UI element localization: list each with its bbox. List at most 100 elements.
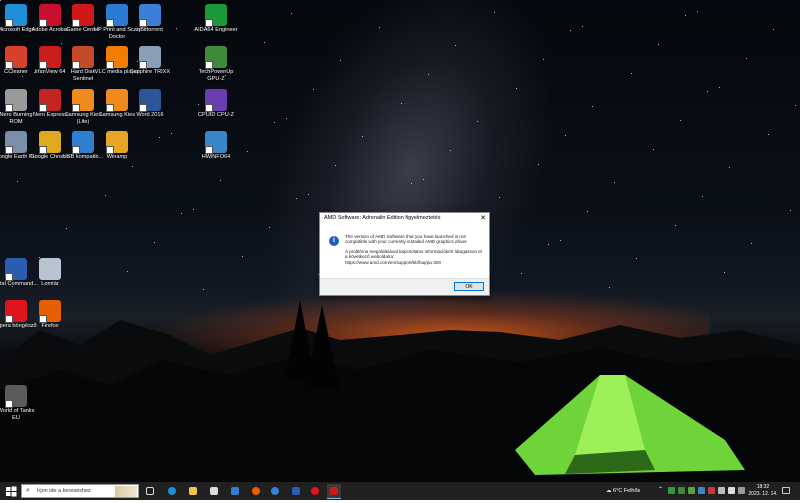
taskbar-mail-icon[interactable]: [228, 484, 242, 498]
acrobat-icon: [39, 4, 61, 27]
star-decor: [768, 134, 769, 135]
shortcut-arrow-icon: [106, 104, 114, 112]
star-decor: [340, 60, 341, 61]
vlc-icon: [106, 46, 128, 69]
desktop-icon-label: qBittorrent: [137, 27, 163, 33]
desktop-icon-sapphire[interactable]: Sapphire TRIXX: [127, 46, 173, 76]
ok-button[interactable]: OK: [454, 282, 484, 291]
taskbar-firefox-icon[interactable]: [249, 484, 263, 498]
chrome-icon: [39, 131, 61, 154]
weather-widget[interactable]: ☁ 6°C Felhős: [606, 482, 640, 500]
chevron-up-icon[interactable]: ⌃: [658, 486, 665, 493]
taskbar-totalcmd-icon[interactable]: [289, 484, 303, 498]
nero-express-icon: [39, 89, 61, 112]
taskbar-amd-icon[interactable]: [327, 484, 341, 499]
star-decor: [247, 151, 248, 152]
taskbar-edge-icon[interactable]: [165, 484, 179, 498]
firefox-icon: [39, 300, 61, 323]
tray-gpuz-icon[interactable]: [678, 487, 685, 494]
dialog-content: i The version of AMD Software that you h…: [320, 224, 489, 279]
star-decor: [220, 180, 221, 181]
language-icon[interactable]: [738, 487, 745, 494]
star-decor: [719, 87, 720, 88]
star-decor: [565, 135, 566, 136]
taskbar: ⌕ Írjon ide a kereséshez ☁ 6°C Felhős ⌃ …: [0, 482, 800, 500]
clock[interactable]: 18:32 2023. 12. 14.: [748, 484, 778, 497]
taskbar-store-icon[interactable]: [207, 484, 221, 498]
message-help: A probléma megoldásával kapcsolatos info…: [345, 248, 482, 260]
dialog-titlebar[interactable]: AMD Software: Adrenalin Edition figyelme…: [320, 213, 489, 224]
shortcut-arrow-icon: [139, 104, 147, 112]
nero-burning-rom-icon: [5, 89, 27, 112]
taskbar-opera-icon[interactable]: [308, 484, 322, 498]
star-decor: [132, 166, 133, 167]
tray-sensor-icon[interactable]: [688, 487, 695, 494]
shortcut-arrow-icon: [39, 146, 47, 154]
shortcut-arrow-icon: [106, 146, 114, 154]
shortcut-arrow-icon: [5, 146, 13, 154]
star-decor: [0, 0, 1, 1]
tray-hwinfo-icon[interactable]: [698, 487, 705, 494]
star-decor: [171, 133, 172, 134]
star-decor: [538, 164, 539, 165]
samsung-kies-lite-icon: [72, 89, 94, 112]
system-tray: ☁ 6°C Felhős ⌃ 18:32 2023. 12. 14.: [600, 482, 800, 500]
star-decor: [477, 121, 478, 122]
shortcut-arrow-icon: [205, 19, 213, 27]
star-decor: [707, 91, 708, 92]
shortcut-arrow-icon: [72, 61, 80, 69]
task-view-icon[interactable]: [143, 484, 157, 498]
desktop-icon-label: TechPowerUp GPU-Z: [198, 69, 234, 82]
star-decor: [548, 244, 549, 245]
shortcut-arrow-icon: [106, 61, 114, 69]
shortcut-arrow-icon: [106, 19, 114, 27]
desktop-icon-firefox[interactable]: Firefox: [27, 300, 73, 330]
star-decor: [176, 28, 177, 29]
shortcut-arrow-icon: [5, 104, 13, 112]
tray-app-icon[interactable]: [708, 487, 715, 494]
desktop-icon-gpuz[interactable]: TechPowerUp GPU-Z: [193, 46, 239, 82]
desktop-icon-word[interactable]: Word 2016: [127, 89, 173, 119]
desktop-icon-label: CPUID CPU-Z: [197, 112, 235, 118]
desktop-icon-aida[interactable]: AIDA64 Engineer: [193, 4, 239, 34]
star-decor: [680, 120, 681, 121]
desktop-icon-label: Word 2016: [136, 112, 164, 118]
irfanview-icon: [39, 46, 61, 69]
desktop-icon-cpuz[interactable]: CPUID CPU-Z: [193, 89, 239, 119]
close-icon[interactable]: ✕: [480, 213, 486, 224]
recycle-bin-icon: [39, 258, 61, 280]
star-decor: [636, 258, 637, 259]
shortcut-arrow-icon: [139, 19, 147, 27]
desktop-icon-hwinfo[interactable]: HWiNFO64: [193, 131, 239, 161]
desktop-icon-wot[interactable]: World of Tanks EU: [0, 385, 39, 421]
star-decor: [658, 44, 659, 45]
star-decor: [313, 89, 314, 90]
dialog-message: The version of AMD Software that you hav…: [345, 234, 483, 269]
total-commander-icon: [5, 258, 27, 281]
desktop-icon-qbittorrent[interactable]: qBittorrent: [127, 4, 173, 34]
star-decor: [286, 118, 287, 119]
desktop-icon-winamp[interactable]: Winamp: [94, 131, 140, 161]
shortcut-arrow-icon: [39, 104, 47, 112]
star-decor: [614, 182, 615, 183]
star-decor: [296, 198, 297, 199]
star-decor: [274, 122, 275, 123]
taskbar-qbittorrent-icon[interactable]: [268, 484, 282, 498]
desktop-icon-label: Winamp: [106, 154, 128, 160]
taskbar-search-box[interactable]: ⌕ Írjon ide a kereséshez: [21, 484, 139, 498]
volume-icon[interactable]: [728, 487, 735, 494]
star-decor: [653, 149, 654, 150]
network-icon[interactable]: [718, 487, 725, 494]
desktop-icon-recycle[interactable]: Lomtár: [27, 258, 73, 288]
tray-aida-icon[interactable]: [668, 487, 675, 494]
star-decor: [269, 227, 270, 228]
shortcut-arrow-icon: [39, 315, 47, 323]
search-icon: ⌕: [26, 487, 30, 494]
star-decor: [181, 213, 182, 214]
star-decor: [609, 287, 610, 288]
notification-icon[interactable]: [782, 487, 790, 494]
dialog-title: AMD Software: Adrenalin Edition figyelme…: [324, 215, 441, 221]
taskbar-explorer-icon[interactable]: [186, 484, 200, 498]
shortcut-arrow-icon: [5, 61, 13, 69]
windows-start-icon[interactable]: [4, 484, 18, 498]
